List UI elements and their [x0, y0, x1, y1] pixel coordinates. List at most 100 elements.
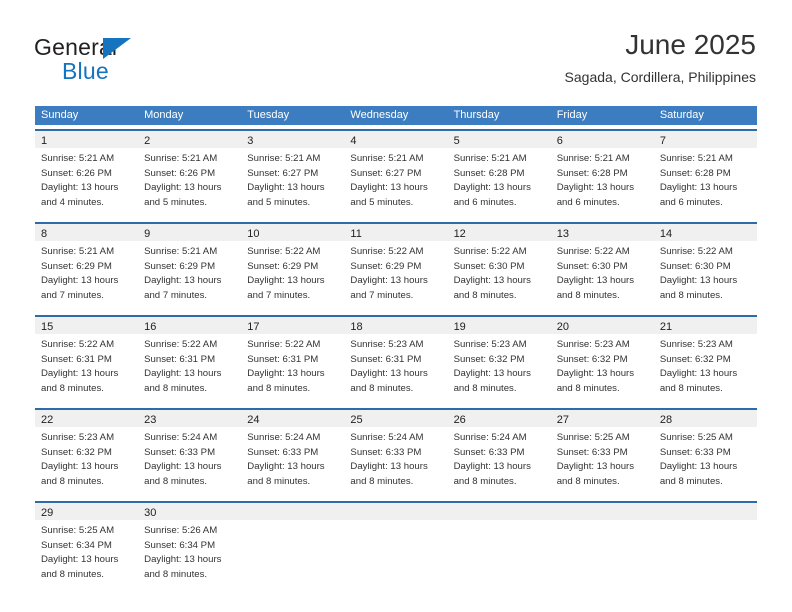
day-cell[interactable]: 2 Sunrise: 5:21 AM Sunset: 6:26 PM Dayli… — [138, 131, 242, 218]
day-number-band: 10 — [241, 224, 345, 241]
daylight-text-line2: and 8 minutes. — [144, 568, 208, 580]
daylight-text-line2: and 8 minutes. — [247, 382, 311, 394]
day-cell[interactable]: 21 Sunrise: 5:23 AM Sunset: 6:32 PM Dayl… — [653, 317, 757, 404]
day-cell[interactable]: 16 Sunrise: 5:22 AM Sunset: 6:31 PM Dayl… — [138, 317, 242, 404]
day-cell[interactable]: 27 Sunrise: 5:25 AM Sunset: 6:33 PM Dayl… — [550, 410, 654, 497]
weekday-header-saturday: Saturday — [659, 109, 704, 121]
day-cell[interactable]: 3 Sunrise: 5:21 AM Sunset: 6:27 PM Dayli… — [241, 131, 345, 218]
day-number-band — [653, 503, 757, 520]
sunrise-text: Sunrise: 5:23 AM — [41, 432, 115, 443]
day-cell[interactable]: 6 Sunrise: 5:21 AM Sunset: 6:28 PM Dayli… — [550, 131, 654, 218]
daylight-text-line2: and 8 minutes. — [350, 382, 414, 394]
logo-text-blue: Blue — [62, 58, 109, 84]
day-number: 29 — [41, 507, 54, 519]
day-cell[interactable]: 20 Sunrise: 5:23 AM Sunset: 6:32 PM Dayl… — [550, 317, 654, 404]
day-cell[interactable]: 17 Sunrise: 5:22 AM Sunset: 6:31 PM Dayl… — [241, 317, 345, 404]
day-cell[interactable]: 4 Sunrise: 5:21 AM Sunset: 6:27 PM Dayli… — [344, 131, 448, 218]
daylight-text-line2: and 8 minutes. — [659, 289, 723, 301]
day-cell[interactable]: 30 Sunrise: 5:26 AM Sunset: 6:34 PM Dayl… — [138, 503, 242, 590]
daylight-text-line1: Daylight: 13 hours — [144, 182, 222, 193]
day-number: 12 — [453, 228, 466, 240]
sunset-text: Sunset: 6:29 PM — [247, 260, 319, 272]
day-number-band: 28 — [653, 410, 757, 427]
day-details: Sunrise: 5:21 AM Sunset: 6:27 PM Dayligh… — [344, 148, 447, 210]
day-details: Sunrise: 5:25 AM Sunset: 6:34 PM Dayligh… — [35, 520, 138, 582]
day-cell[interactable]: 10 Sunrise: 5:22 AM Sunset: 6:29 PM Dayl… — [241, 224, 345, 311]
daylight-text-line2: and 8 minutes. — [144, 382, 208, 394]
day-details: Sunrise: 5:22 AM Sunset: 6:30 PM Dayligh… — [654, 241, 757, 303]
day-cell[interactable]: 29 Sunrise: 5:25 AM Sunset: 6:34 PM Dayl… — [35, 503, 139, 590]
daylight-text-line2: and 5 minutes. — [350, 196, 414, 208]
sunrise-text: Sunrise: 5:23 AM — [659, 339, 733, 350]
day-details: Sunrise: 5:24 AM Sunset: 6:33 PM Dayligh… — [241, 427, 344, 489]
daylight-text-line2: and 7 minutes. — [350, 289, 414, 301]
day-cell[interactable]: 5 Sunrise: 5:21 AM Sunset: 6:28 PM Dayli… — [447, 131, 551, 218]
day-number-band — [550, 503, 654, 520]
sunset-text: Sunset: 6:28 PM — [659, 167, 731, 179]
week-row: 29 Sunrise: 5:25 AM Sunset: 6:34 PM Dayl… — [35, 501, 757, 590]
day-details: Sunrise: 5:23 AM Sunset: 6:32 PM Dayligh… — [654, 334, 757, 396]
daylight-text-line2: and 6 minutes. — [453, 196, 517, 208]
day-cell[interactable]: 22 Sunrise: 5:23 AM Sunset: 6:32 PM Dayl… — [35, 410, 139, 497]
weekday-header-row: Sunday Monday Tuesday Wednesday Thursday… — [35, 106, 757, 125]
day-cell[interactable]: 8 Sunrise: 5:21 AM Sunset: 6:29 PM Dayli… — [35, 224, 139, 311]
sunset-text: Sunset: 6:32 PM — [659, 353, 731, 365]
day-details: Sunrise: 5:22 AM Sunset: 6:31 PM Dayligh… — [241, 334, 344, 396]
day-number-band: 7 — [653, 131, 757, 148]
sunrise-text: Sunrise: 5:22 AM — [556, 246, 630, 257]
day-number: 14 — [659, 228, 673, 240]
day-cell[interactable]: 14 Sunrise: 5:22 AM Sunset: 6:30 PM Dayl… — [653, 224, 757, 311]
day-cell[interactable]: 7 Sunrise: 5:21 AM Sunset: 6:28 PM Dayli… — [653, 131, 757, 218]
day-cell[interactable]: 24 Sunrise: 5:24 AM Sunset: 6:33 PM Dayl… — [241, 410, 345, 497]
day-number-band: 13 — [550, 224, 654, 241]
day-number: 19 — [453, 321, 466, 333]
day-details: Sunrise: 5:22 AM Sunset: 6:29 PM Dayligh… — [241, 241, 344, 303]
day-cell[interactable]: 26 Sunrise: 5:24 AM Sunset: 6:33 PM Dayl… — [447, 410, 551, 497]
day-number: 30 — [144, 507, 157, 519]
weekday-header-monday: Monday — [144, 109, 184, 121]
day-cell[interactable]: 19 Sunrise: 5:23 AM Sunset: 6:32 PM Dayl… — [447, 317, 551, 404]
daylight-text-line2: and 4 minutes. — [41, 196, 104, 208]
week-row: 8 Sunrise: 5:21 AM Sunset: 6:29 PM Dayli… — [35, 222, 757, 311]
daylight-text-line1: Daylight: 13 hours — [659, 368, 738, 379]
daylight-text-line2: and 7 minutes. — [41, 289, 104, 301]
day-cell-empty — [447, 503, 551, 590]
day-cell[interactable]: 18 Sunrise: 5:23 AM Sunset: 6:31 PM Dayl… — [344, 317, 448, 404]
logo-triangle-icon — [103, 38, 131, 59]
day-details: Sunrise: 5:21 AM Sunset: 6:28 PM Dayligh… — [654, 148, 757, 210]
day-cell[interactable]: 25 Sunrise: 5:24 AM Sunset: 6:33 PM Dayl… — [344, 410, 448, 497]
day-number: 9 — [144, 228, 151, 240]
day-cell-empty — [550, 503, 654, 590]
daylight-text-line1: Daylight: 13 hours — [556, 368, 635, 379]
day-cell[interactable]: 28 Sunrise: 5:25 AM Sunset: 6:33 PM Dayl… — [653, 410, 757, 497]
day-cell[interactable]: 12 Sunrise: 5:22 AM Sunset: 6:30 PM Dayl… — [447, 224, 551, 311]
day-cell[interactable]: 9 Sunrise: 5:21 AM Sunset: 6:29 PM Dayli… — [138, 224, 242, 311]
day-cell[interactable]: 15 Sunrise: 5:22 AM Sunset: 6:31 PM Dayl… — [35, 317, 139, 404]
sunset-text: Sunset: 6:27 PM — [247, 167, 319, 179]
day-cell[interactable]: 11 Sunrise: 5:22 AM Sunset: 6:29 PM Dayl… — [344, 224, 448, 311]
daylight-text-line2: and 6 minutes. — [659, 196, 723, 208]
day-number: 17 — [247, 321, 260, 333]
daylight-text-line1: Daylight: 13 hours — [41, 368, 119, 379]
day-details: Sunrise: 5:23 AM Sunset: 6:32 PM Dayligh… — [35, 427, 138, 489]
day-details: Sunrise: 5:24 AM Sunset: 6:33 PM Dayligh… — [448, 427, 551, 489]
daylight-text-line1: Daylight: 13 hours — [453, 182, 531, 193]
sunrise-text: Sunrise: 5:22 AM — [659, 246, 733, 257]
sunrise-text: Sunrise: 5:22 AM — [41, 339, 115, 350]
day-cell[interactable]: 1 Sunrise: 5:21 AM Sunset: 6:26 PM Dayli… — [35, 131, 139, 218]
title-block: June 2025 Sagada, Cordillera, Philippine… — [565, 28, 756, 86]
day-details: Sunrise: 5:21 AM Sunset: 6:28 PM Dayligh… — [448, 148, 551, 210]
day-number-band: 20 — [550, 317, 654, 334]
generalblue-logo[interactable]: General Blue — [34, 34, 214, 84]
day-number — [654, 507, 660, 519]
sunset-text: Sunset: 6:31 PM — [350, 353, 422, 365]
daylight-text-line2: and 8 minutes. — [453, 475, 517, 487]
day-cell[interactable]: 23 Sunrise: 5:24 AM Sunset: 6:33 PM Dayl… — [138, 410, 242, 497]
day-number-band: 24 — [241, 410, 345, 427]
sunrise-text: Sunrise: 5:21 AM — [41, 246, 115, 257]
day-number: 10 — [247, 228, 260, 240]
daylight-text-line2: and 7 minutes. — [144, 289, 208, 301]
day-details: Sunrise: 5:23 AM Sunset: 6:31 PM Dayligh… — [344, 334, 447, 396]
day-cell[interactable]: 13 Sunrise: 5:22 AM Sunset: 6:30 PM Dayl… — [550, 224, 654, 311]
day-cell-empty — [653, 503, 757, 590]
